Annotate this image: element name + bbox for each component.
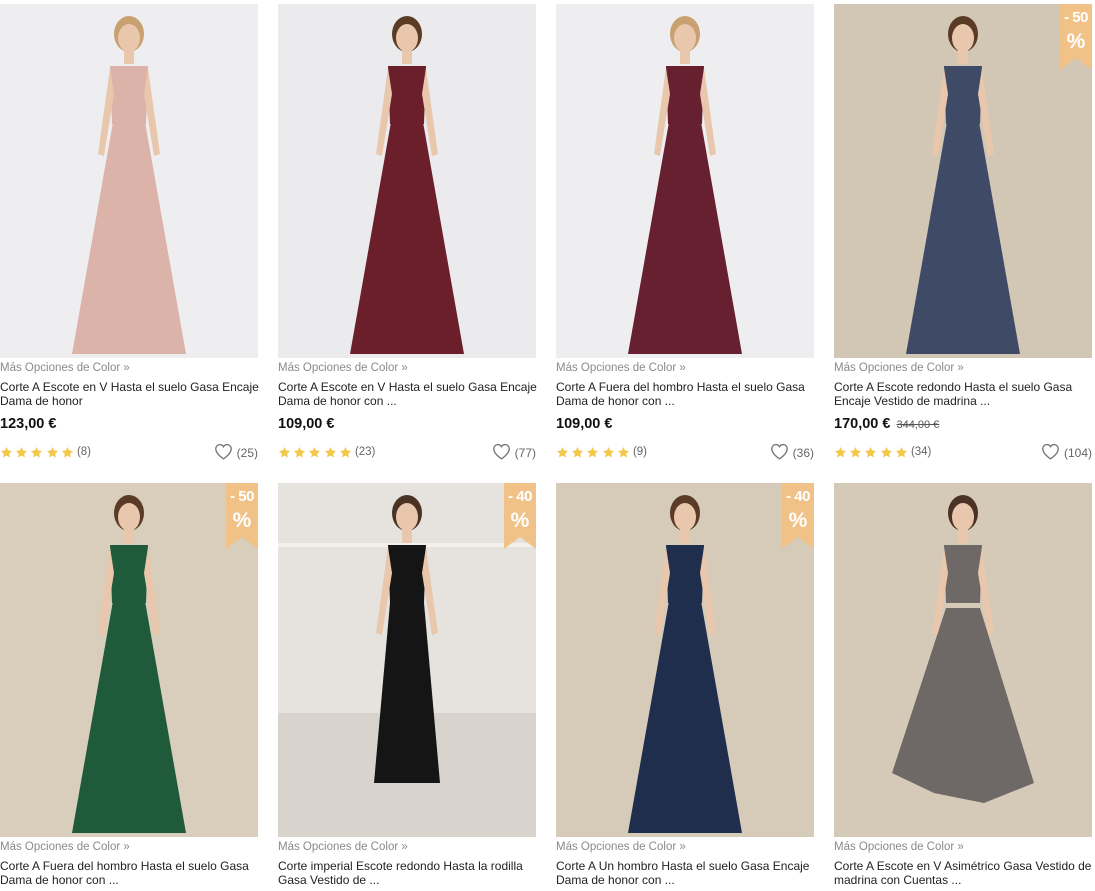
product-title[interactable]: Corte A Fuera del hombro Hasta el suelo … <box>0 859 262 887</box>
product-card[interactable]: Más Opciones de Color » Corte A Escote en… <box>278 4 537 460</box>
rating-stars: (9) <box>556 444 647 460</box>
discount-value: - 50 <box>1064 9 1088 26</box>
product-title[interactable]: Corte A Escote en V Hasta el suelo Gasa … <box>278 380 540 408</box>
product-card[interactable]: - 40% Más Opciones de Color » Corte A Un h… <box>556 483 814 887</box>
product-title[interactable]: Corte A Escote redondo Hasta el suelo Ga… <box>834 380 1095 408</box>
star-icon <box>30 446 43 459</box>
more-colors-link[interactable]: Más Opciones de Color » <box>278 841 408 853</box>
star-icon <box>602 446 615 459</box>
price-row: 170,00 € 344,00 € <box>834 416 939 432</box>
product-image[interactable] <box>556 4 814 358</box>
more-colors-link[interactable]: Más Opciones de Color » <box>834 841 964 853</box>
product-title[interactable]: Corte imperial Escote redondo Hasta la r… <box>278 859 540 887</box>
discount-value: - 40 <box>508 488 532 505</box>
product-image[interactable]: - 40% <box>278 483 536 837</box>
discount-badge: - 50% <box>1060 4 1092 70</box>
star-icon <box>278 446 291 459</box>
star-icon <box>586 446 599 459</box>
star-icon <box>556 446 569 459</box>
product-image[interactable]: - 50% <box>0 483 258 837</box>
more-colors-link[interactable]: Más Opciones de Color » <box>278 362 408 374</box>
product-title[interactable]: Corte A Fuera del hombro Hasta el suelo … <box>556 380 818 408</box>
product-title[interactable]: Corte A Un hombro Hasta el suelo Gasa En… <box>556 859 818 887</box>
review-count: (34) <box>910 446 932 458</box>
star-icon <box>339 446 352 459</box>
heart-icon[interactable] <box>492 443 515 463</box>
star-icon <box>61 446 74 459</box>
more-colors-link[interactable]: Más Opciones de Color » <box>0 841 130 853</box>
wishlist-count: (25) <box>236 446 258 460</box>
review-count: (8) <box>76 446 91 458</box>
product-price: 109,00 € <box>556 416 613 432</box>
more-colors-link[interactable]: Más Opciones de Color » <box>834 362 964 374</box>
wishlist-count: (104) <box>1063 446 1092 460</box>
star-icon <box>324 446 337 459</box>
more-colors-link[interactable]: Más Opciones de Color » <box>556 841 686 853</box>
product-price: 123,00 € <box>0 416 57 432</box>
wishlist-button[interactable]: (36) <box>770 443 814 463</box>
more-colors-link[interactable]: Más Opciones de Color » <box>556 362 686 374</box>
product-price: 109,00 € <box>278 416 335 432</box>
rating-stars: (8) <box>0 444 91 460</box>
product-card[interactable]: Más Opciones de Color » Corte A Fuera del… <box>556 4 814 460</box>
star-icon <box>880 446 893 459</box>
wishlist-count: (77) <box>514 446 536 460</box>
heart-icon[interactable] <box>770 443 793 463</box>
product-title[interactable]: Corte A Escote en V Asimétrico Gasa Vest… <box>834 859 1095 887</box>
star-icon <box>293 446 306 459</box>
review-count: (23) <box>354 446 376 458</box>
percent-sign: % <box>510 509 530 532</box>
star-icon <box>849 446 862 459</box>
star-icon <box>15 446 28 459</box>
price-row: 109,00 € <box>278 416 334 432</box>
percent-sign: % <box>232 509 252 532</box>
rating-stars: (34) <box>834 444 931 460</box>
more-colors-link[interactable]: Más Opciones de Color » <box>0 362 130 374</box>
product-card[interactable]: - 40% Más Opciones de Color » Corte imperi… <box>278 483 536 887</box>
star-icon <box>46 446 59 459</box>
discount-badge: - 40% <box>782 483 814 549</box>
price-row: 109,00 € <box>556 416 612 432</box>
discount-value: - 50 <box>230 488 254 505</box>
product-image[interactable] <box>0 4 258 358</box>
heart-icon[interactable] <box>1041 443 1064 463</box>
rating-stars: (23) <box>278 444 375 460</box>
product-price: 170,00 € <box>834 416 891 432</box>
wishlist-button[interactable]: (104) <box>1041 443 1092 463</box>
percent-sign: % <box>788 509 808 532</box>
star-icon <box>895 446 908 459</box>
wishlist-count: (36) <box>792 446 814 460</box>
heart-icon[interactable] <box>214 443 237 463</box>
percent-sign: % <box>1066 30 1086 53</box>
star-icon <box>571 446 584 459</box>
product-title[interactable]: Corte A Escote en V Hasta el suelo Gasa … <box>0 380 262 408</box>
discount-badge: - 50% <box>226 483 258 549</box>
star-icon <box>617 446 630 459</box>
product-card[interactable]: - 50% Más Opciones de Color » Corte A Esco… <box>834 4 1092 460</box>
old-price: 344,00 € <box>896 419 940 431</box>
product-image[interactable]: - 40% <box>556 483 814 837</box>
wishlist-button[interactable]: (25) <box>214 443 258 463</box>
wishlist-button[interactable]: (77) <box>492 443 536 463</box>
star-icon <box>864 446 877 459</box>
review-count: (9) <box>632 446 647 458</box>
star-icon <box>0 446 13 459</box>
product-image[interactable] <box>834 483 1092 837</box>
star-icon <box>308 446 321 459</box>
product-image[interactable]: - 50% <box>834 4 1092 358</box>
price-row: 123,00 € <box>0 416 56 432</box>
discount-value: - 40 <box>786 488 810 505</box>
product-image[interactable] <box>278 4 536 358</box>
discount-badge: - 40% <box>504 483 536 549</box>
product-grid: Más Opciones de Color » Corte A Escote en… <box>0 0 1095 891</box>
product-card[interactable]: - 50% Más Opciones de Color » Corte A Fuer… <box>0 483 258 887</box>
star-icon <box>834 446 847 459</box>
product-card[interactable]: Más Opciones de Color » Corte A Escote en… <box>0 4 259 460</box>
product-card[interactable]: Más Opciones de Color » Corte A Escote en… <box>834 483 1092 887</box>
